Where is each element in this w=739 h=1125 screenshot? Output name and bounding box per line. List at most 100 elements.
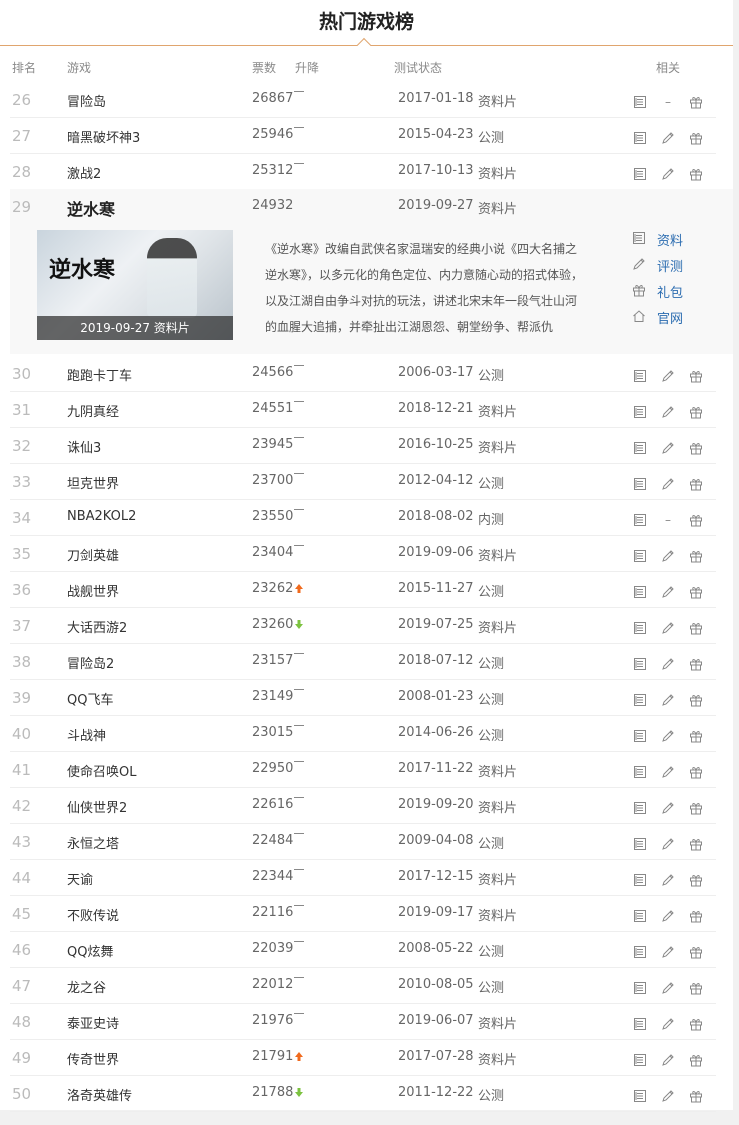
pencil-icon[interactable] [661,549,675,563]
document-icon[interactable] [633,1089,647,1103]
table-row[interactable]: 44 天谕 22344 2017-12-15 资料片 [10,860,716,896]
row-game-name[interactable]: QQ炫舞 [67,941,113,960]
document-icon[interactable] [633,657,647,671]
row-game-name[interactable]: QQ飞车 [67,689,113,708]
row-game-name[interactable]: 天谕 [67,869,93,888]
document-icon[interactable] [633,167,647,181]
pencil-icon[interactable] [661,621,675,635]
document-icon[interactable] [633,729,647,743]
table-row[interactable]: 49 传奇世界 21791 2017-07-28 资料片 [10,1040,716,1076]
gift-icon[interactable] [689,513,703,527]
table-row[interactable]: 45 不败传说 22116 2019-09-17 资料片 [10,896,716,932]
document-icon[interactable] [633,441,647,455]
pencil-icon[interactable] [661,167,675,181]
gift-icon[interactable] [689,945,703,959]
table-row[interactable]: 36 战舰世界 23262 2015-11-27 公测 [10,572,716,608]
table-row[interactable]: 42 仙侠世界2 22616 2019-09-20 资料片 [10,788,716,824]
document-icon[interactable] [633,405,647,419]
row-game-name[interactable]: NBA2KOL2 [67,509,136,524]
pencil-icon[interactable] [661,801,675,815]
document-icon[interactable] [633,549,647,563]
table-row[interactable]: 32 诛仙3 23945 2016-10-25 资料片 [10,428,716,464]
document-icon[interactable] [633,585,647,599]
document-icon[interactable] [633,131,647,145]
gift-icon[interactable] [689,131,703,145]
row-game-name[interactable]: 永恒之塔 [67,833,119,852]
pencil-icon[interactable] [661,477,675,491]
document-icon[interactable] [633,1053,647,1067]
pencil-icon[interactable] [661,585,675,599]
gift-icon[interactable] [689,95,703,109]
gift-icon[interactable] [689,549,703,563]
pencil-icon[interactable] [661,369,675,383]
row-game-name[interactable]: 激战2 [67,163,101,182]
gift-icon[interactable] [689,441,703,455]
pencil-icon[interactable] [661,657,675,671]
gift-icon[interactable] [689,477,703,491]
gift-icon[interactable] [689,1017,703,1031]
table-row[interactable]: 28 激战2 25312 2017-10-13 资料片 [10,154,716,190]
document-icon[interactable] [633,1017,647,1031]
row-game-name[interactable]: 龙之谷 [67,977,106,996]
gift-icon[interactable] [689,167,703,181]
document-icon[interactable] [633,765,647,779]
document-icon[interactable] [633,981,647,995]
row-game-name[interactable]: 冒险岛2 [67,653,114,672]
document-icon[interactable] [633,693,647,707]
gift-icon[interactable] [689,1089,703,1103]
row-game-name[interactable]: 洛奇英雄传 [67,1085,132,1104]
table-row[interactable]: 37 大话西游2 23260 2019-07-25 资料片 [10,608,716,644]
link-pencil[interactable]: 评测 [632,253,712,279]
game-cover-image[interactable]: 逆水寒 2019-09-27 资料片 [37,230,233,340]
document-icon[interactable] [633,621,647,635]
row-game-name[interactable]: 传奇世界 [67,1049,119,1068]
pencil-icon[interactable] [661,1053,675,1067]
gift-icon[interactable] [689,765,703,779]
pencil-icon[interactable] [661,981,675,995]
expanded-row[interactable]: 29 逆水寒 24932 2019-09-27 资料片 逆水寒 2019-09-… [10,189,733,354]
row-game-name[interactable]: 九阴真经 [67,401,119,420]
row-game-name[interactable]: 冒险岛 [67,91,106,110]
pencil-icon[interactable] [661,1017,675,1031]
table-row[interactable]: 33 坦克世界 23700 2012-04-12 公测 [10,464,716,500]
gift-icon[interactable] [689,909,703,923]
row-game-name[interactable]: 泰亚史诗 [67,1013,119,1032]
pencil-icon[interactable] [661,873,675,887]
table-row[interactable]: 38 冒险岛2 23157 2018-07-12 公测 [10,644,716,680]
gift-icon[interactable] [689,657,703,671]
pencil-icon[interactable] [661,405,675,419]
gift-icon[interactable] [689,369,703,383]
document-icon[interactable] [633,513,647,527]
table-row[interactable]: 27 暗黑破坏神3 25946 2015-04-23 公测 [10,118,716,154]
pencil-icon[interactable] [661,837,675,851]
table-row[interactable]: 26 冒险岛 26867 2017-01-18 资料片 – [10,82,716,118]
row-game-name[interactable]: 使命召唤OL [67,761,136,780]
link-document[interactable]: 资料 [632,227,712,253]
row-game-name[interactable]: 暗黑破坏神3 [67,127,140,146]
link-gift[interactable]: 礼包 [632,279,712,305]
document-icon[interactable] [633,945,647,959]
table-row[interactable]: 48 泰亚史诗 21976 2019-06-07 资料片 [10,1004,716,1040]
gift-icon[interactable] [689,837,703,851]
link-home[interactable]: 官网 [632,305,712,331]
row-game-name[interactable]: 诛仙3 [67,437,101,456]
table-row[interactable]: 41 使命召唤OL 22950 2017-11-22 资料片 [10,752,716,788]
table-row[interactable]: 35 刀剑英雄 23404 2019-09-06 资料片 [10,536,716,572]
gift-icon[interactable] [689,405,703,419]
document-icon[interactable] [633,95,647,109]
document-icon[interactable] [633,801,647,815]
table-row[interactable]: 39 QQ飞车 23149 2008-01-23 公测 [10,680,716,716]
gift-icon[interactable] [689,693,703,707]
table-row[interactable]: 31 九阴真经 24551 2018-12-21 资料片 [10,392,716,428]
row-game-name[interactable]: 斗战神 [67,725,106,744]
row-game-name[interactable]: 战舰世界 [67,581,119,600]
row-game-name[interactable]: 仙侠世界2 [67,797,127,816]
row-game-name[interactable]: 大话西游2 [67,617,127,636]
pencil-icon[interactable] [661,909,675,923]
row-game-name[interactable]: 逆水寒 [67,196,115,220]
gift-icon[interactable] [689,1053,703,1067]
pencil-icon[interactable] [661,1089,675,1103]
row-game-name[interactable]: 不败传说 [67,905,119,924]
row-game-name[interactable]: 刀剑英雄 [67,545,119,564]
table-row[interactable]: 46 QQ炫舞 22039 2008-05-22 公测 [10,932,716,968]
